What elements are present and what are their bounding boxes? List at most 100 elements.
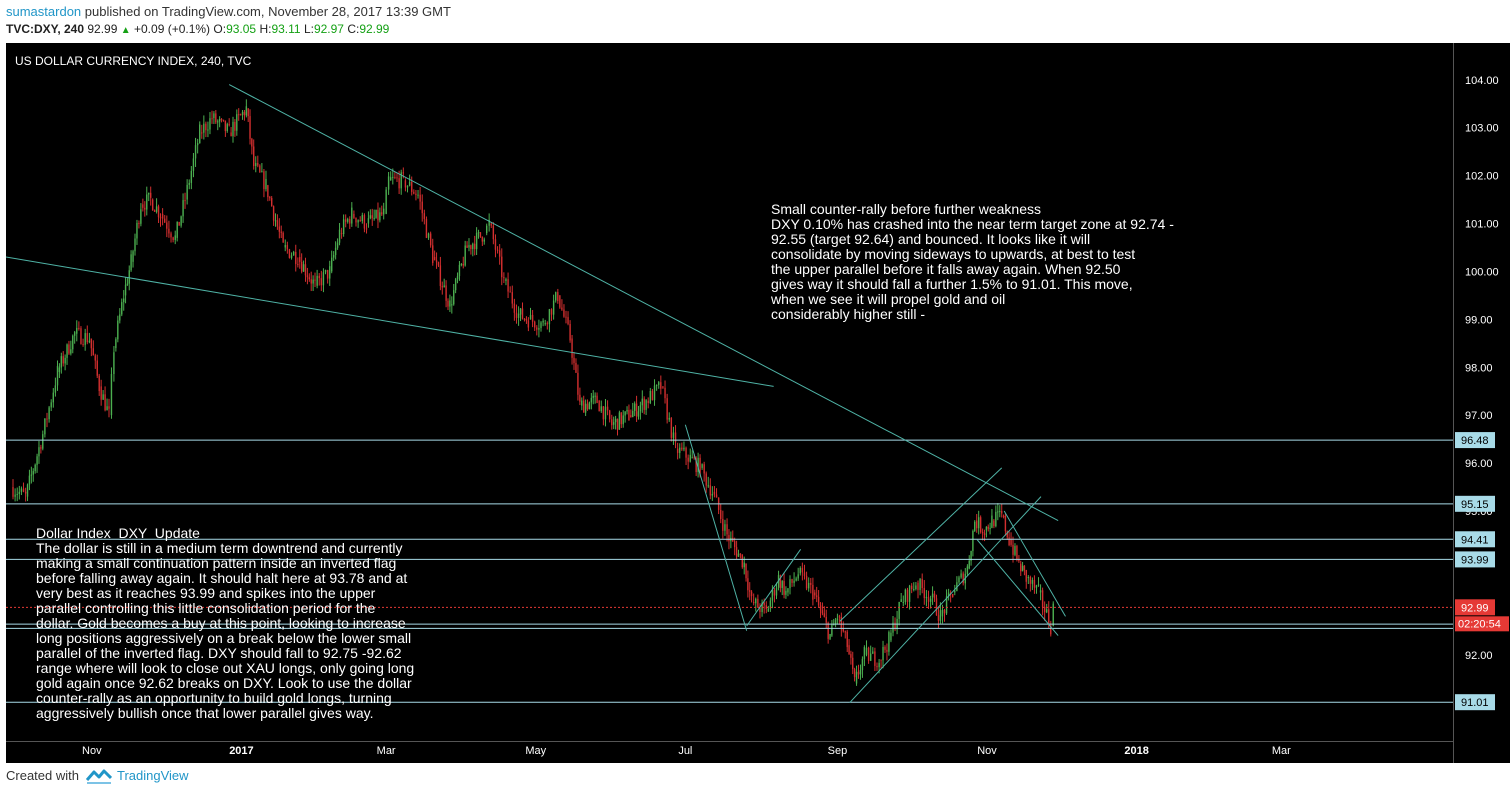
candle-body	[701, 464, 703, 468]
candle-body	[557, 292, 559, 301]
candle-body	[501, 256, 503, 278]
candle-body	[857, 671, 860, 675]
y-tick-label: 102.00	[1465, 171, 1499, 183]
candle-body	[288, 249, 291, 258]
candle-body	[224, 120, 227, 131]
tradingview-logo-icon	[86, 769, 112, 784]
candle-body	[170, 233, 172, 238]
candle-body	[367, 218, 370, 224]
candle-body	[50, 402, 52, 408]
candle-body	[624, 411, 626, 416]
candle-body	[567, 317, 569, 324]
candle-body	[161, 213, 164, 219]
candle-body	[819, 605, 822, 611]
candle-body	[159, 217, 162, 219]
candle-body	[460, 263, 463, 265]
candle-body	[995, 511, 997, 527]
candle-body	[1029, 577, 1032, 584]
candle-body	[274, 220, 277, 222]
tradingview-link[interactable]: TradingView	[117, 768, 189, 783]
trendline	[849, 496, 1042, 704]
candle-body	[923, 588, 926, 599]
candle-body	[192, 158, 195, 171]
candle-body	[565, 316, 567, 318]
candle-body	[157, 206, 160, 218]
candle-body	[334, 247, 337, 256]
candle-body	[456, 276, 459, 280]
candle-body	[620, 412, 623, 425]
candle-body	[320, 278, 323, 286]
candle-body	[132, 251, 134, 262]
open-value: 93.05	[226, 22, 257, 36]
candle-body	[84, 333, 86, 345]
candle-body	[389, 177, 392, 181]
trendline	[746, 549, 802, 627]
candle-body	[594, 395, 596, 397]
candle-body	[664, 387, 666, 399]
candle-body	[406, 185, 409, 188]
author-link[interactable]: sumastardon	[6, 4, 81, 19]
candle-body	[596, 395, 598, 403]
candle-body	[365, 228, 368, 230]
candle-body	[598, 400, 600, 412]
candle-body	[153, 210, 156, 212]
candle-body	[355, 217, 357, 223]
candle-body	[503, 277, 505, 279]
candle-body	[561, 307, 563, 310]
candle-body	[110, 374, 113, 416]
candle-body	[310, 279, 312, 284]
candle-body	[398, 178, 400, 189]
candle-body	[454, 279, 457, 291]
candle-body	[1043, 606, 1046, 613]
candle-body	[104, 394, 106, 411]
created-with-text: Created with	[6, 768, 79, 783]
candle-body	[255, 163, 257, 166]
candle-body	[62, 356, 64, 364]
candle-body	[207, 129, 209, 131]
candle-body	[241, 111, 244, 115]
candle-body	[662, 386, 664, 388]
candle-body	[466, 245, 468, 248]
candle-body	[933, 593, 936, 599]
candle-body	[464, 245, 466, 266]
price-value: 92.99	[87, 22, 118, 36]
y-tick-label: 100.00	[1465, 266, 1499, 278]
candle-body	[199, 124, 201, 144]
candle-body	[855, 671, 858, 684]
candle-body	[270, 198, 273, 207]
candle-body	[423, 213, 426, 219]
candle-body	[639, 405, 642, 412]
candle-body	[259, 165, 261, 172]
candle-body	[853, 669, 856, 678]
candle-body	[1021, 565, 1024, 572]
x-tick-label: Sep	[828, 745, 848, 757]
candle-body	[375, 209, 377, 218]
candle-body	[282, 232, 284, 243]
candle-body	[1002, 515, 1005, 517]
candle-body	[178, 221, 180, 226]
candle-body	[904, 589, 907, 602]
candle-body	[999, 511, 1001, 513]
candle-body	[649, 390, 652, 404]
publish-header: sumastardon published on TradingView.com…	[0, 0, 1510, 42]
candle-body	[977, 517, 980, 529]
candle-body	[915, 585, 917, 590]
candle-body	[46, 418, 48, 420]
candle-body	[874, 651, 876, 666]
candle-body	[176, 221, 178, 238]
candle-body	[939, 610, 942, 621]
candle-body	[743, 562, 745, 568]
candle-body	[498, 250, 501, 257]
candle-body	[672, 432, 675, 438]
candle-body	[468, 245, 470, 248]
candle-body	[511, 292, 513, 304]
candle-body	[353, 213, 355, 218]
x-tick-label: Jul	[678, 745, 692, 757]
candle-body	[1020, 563, 1022, 572]
candle-body	[411, 181, 413, 192]
candle-body	[272, 206, 275, 221]
candle-body	[653, 385, 656, 401]
candle-body	[251, 138, 253, 147]
candle-body	[415, 193, 417, 195]
chart-area[interactable]: US DOLLAR CURRENCY INDEX, 240, TVC 104.00…	[6, 43, 1510, 763]
